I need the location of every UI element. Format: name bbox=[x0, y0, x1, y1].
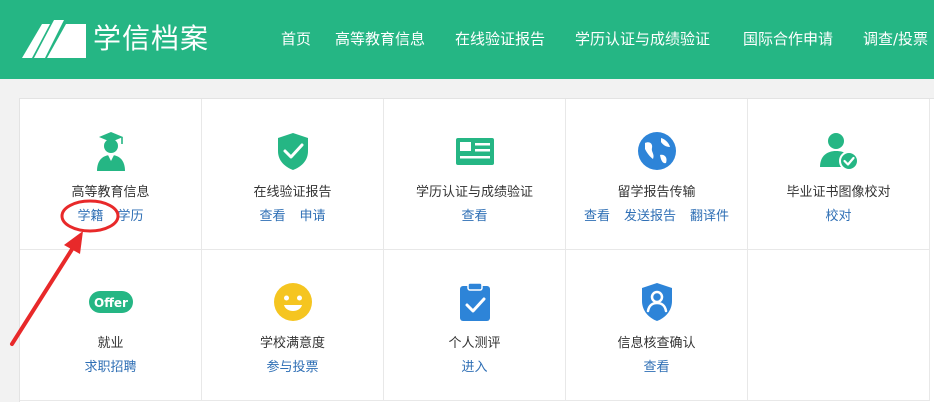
card-title: 学校满意度 bbox=[259, 336, 325, 351]
card-title: 信息核查确认 bbox=[617, 336, 696, 351]
card-links: 进入 bbox=[384, 359, 565, 377]
link-student-status[interactable]: 学籍 bbox=[77, 209, 103, 224]
globe-icon bbox=[637, 132, 676, 170]
nav-degree-certification[interactable]: 学历认证与成绩验证 bbox=[575, 28, 710, 50]
card-school-satisfaction: 学校满意度 参与投票 bbox=[202, 250, 384, 401]
logo-icon[interactable] bbox=[20, 18, 88, 60]
card-study-abroad-report: 留学报告传输 查看 发送报告 翻译件 bbox=[566, 99, 748, 250]
link-enter[interactable]: 进入 bbox=[461, 360, 487, 375]
card-degree-certification: 学历认证与成绩验证 查看 bbox=[384, 99, 566, 250]
nav-home[interactable]: 首页 bbox=[281, 28, 311, 50]
card-title: 个人测评 bbox=[448, 336, 501, 351]
user-verified-icon bbox=[819, 133, 859, 171]
link-view[interactable]: 查看 bbox=[584, 209, 610, 224]
card-title: 毕业证书图像校对 bbox=[786, 185, 891, 200]
card-title: 学历认证与成绩验证 bbox=[415, 185, 533, 200]
link-view[interactable]: 查看 bbox=[461, 209, 487, 224]
link-view[interactable]: 查看 bbox=[259, 209, 285, 224]
link-proofread[interactable]: 校对 bbox=[825, 209, 851, 224]
card-links: 学籍 学历 bbox=[20, 208, 201, 226]
shield-check-icon bbox=[277, 133, 308, 170]
card-title: 在线验证报告 bbox=[253, 185, 332, 200]
card-title: 就业 bbox=[97, 336, 124, 351]
shield-user-icon bbox=[641, 283, 672, 321]
card-links: 求职招聘 bbox=[20, 359, 201, 377]
offer-icon: Offer bbox=[88, 291, 133, 313]
link-vote[interactable]: 参与投票 bbox=[266, 360, 318, 375]
empty-cell bbox=[748, 250, 930, 401]
header-bar: 学信档案 首页 高等教育信息 在线验证报告 学历认证与成绩验证 国际合作申请 调… bbox=[0, 0, 934, 79]
card-title: 高等教育信息 bbox=[71, 185, 150, 200]
brand-title[interactable]: 学信档案 bbox=[93, 21, 209, 57]
card-links: 校对 bbox=[748, 208, 929, 226]
certificate-card-icon bbox=[455, 138, 494, 165]
graduate-icon bbox=[96, 132, 125, 171]
card-links: 查看 bbox=[566, 359, 747, 377]
link-view[interactable]: 查看 bbox=[643, 360, 669, 375]
card-links: 参与投票 bbox=[202, 359, 383, 377]
card-title: 留学报告传输 bbox=[617, 185, 696, 200]
card-info-verification: 信息核查确认 查看 bbox=[566, 250, 748, 401]
offer-icon-text: Offer bbox=[94, 296, 128, 310]
nav-international-cooperation[interactable]: 国际合作申请 bbox=[743, 28, 833, 50]
card-certificate-proofreading: 毕业证书图像校对 校对 bbox=[748, 99, 930, 250]
clipboard-check-icon bbox=[459, 282, 490, 321]
card-links: 查看 发送报告 翻译件 bbox=[566, 208, 747, 226]
card-online-verification: 在线验证报告 查看 申请 bbox=[202, 99, 384, 250]
nav-online-verification[interactable]: 在线验证报告 bbox=[455, 28, 545, 50]
card-employment: Offer 就业 求职招聘 bbox=[20, 250, 202, 401]
link-translation[interactable]: 翻译件 bbox=[690, 209, 729, 224]
services-panel: 高等教育信息 学籍 学历 在线验证报告 查看 申请 学历认证与成绩验证 查看 留… bbox=[19, 98, 934, 402]
link-job-search[interactable]: 求职招聘 bbox=[84, 360, 136, 375]
card-personal-assessment: 个人测评 进入 bbox=[384, 250, 566, 401]
link-degree[interactable]: 学历 bbox=[118, 209, 144, 224]
nav-survey-vote[interactable]: 调查/投票 bbox=[863, 28, 928, 50]
nav-higher-education[interactable]: 高等教育信息 bbox=[335, 28, 425, 50]
smiley-icon bbox=[273, 283, 312, 321]
card-links: 查看 bbox=[384, 208, 565, 226]
link-apply[interactable]: 申请 bbox=[300, 209, 326, 224]
card-higher-education: 高等教育信息 学籍 学历 bbox=[20, 99, 202, 250]
card-links: 查看 申请 bbox=[202, 208, 383, 226]
link-send-report[interactable]: 发送报告 bbox=[624, 209, 676, 224]
